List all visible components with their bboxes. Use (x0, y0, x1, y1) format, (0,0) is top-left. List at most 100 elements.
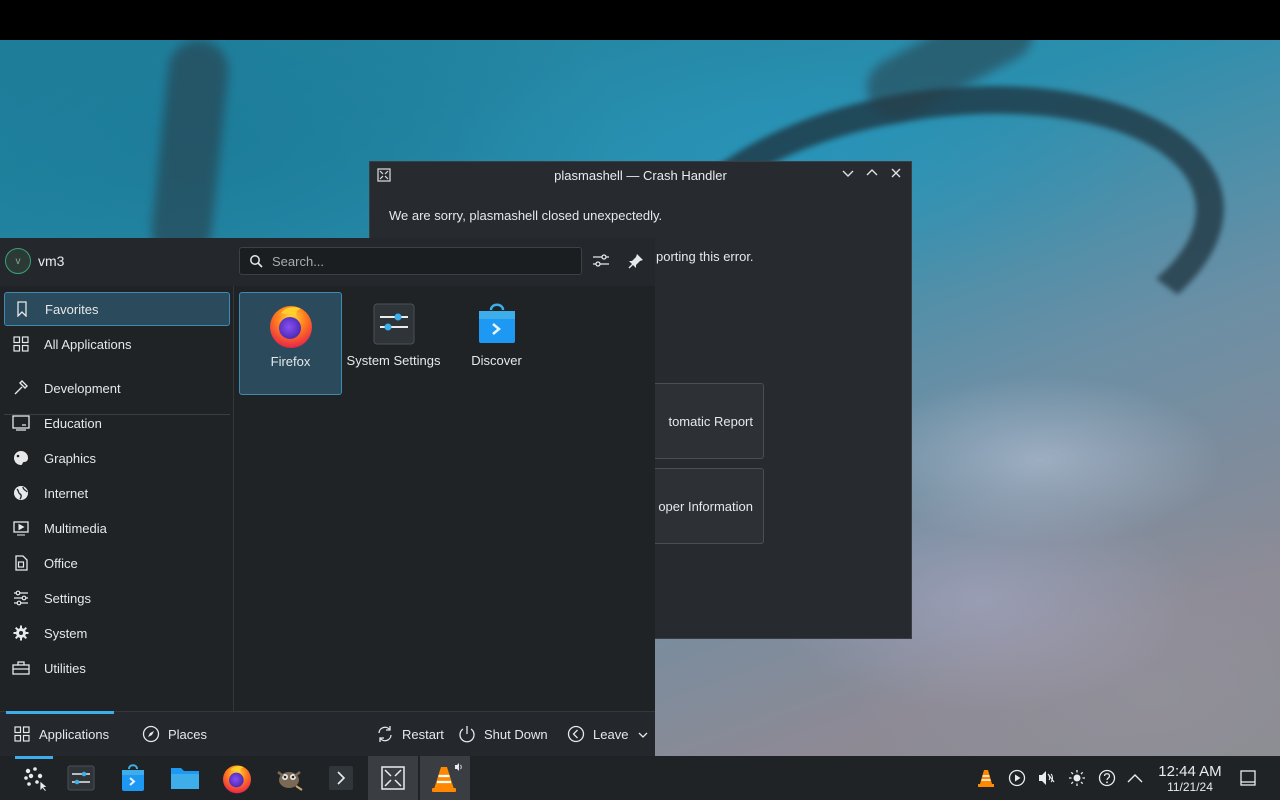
restart-button[interactable]: Restart (376, 712, 444, 756)
firefox-icon (269, 306, 312, 348)
chevron-up-icon[interactable] (863, 166, 881, 184)
tile-label: System Settings (346, 353, 441, 368)
power-icon (458, 725, 476, 743)
window-title: plasmashell — Crash Handler (554, 167, 727, 183)
favorite-firefox[interactable]: Firefox (239, 292, 342, 395)
crash-message: We are sorry, plasmashell closed unexpec… (389, 208, 663, 223)
window-titlebar[interactable]: plasmashell — Crash Handler (370, 162, 911, 188)
shutdown-button[interactable]: Shut Down (458, 712, 548, 756)
vlc-tray-icon[interactable] (973, 756, 999, 800)
tab-places[interactable]: Places (142, 712, 207, 756)
sidebar-item-settings[interactable]: Settings (4, 581, 230, 615)
top-black-bar (0, 0, 1280, 40)
board-icon (12, 414, 30, 432)
files-icon (171, 768, 199, 789)
close-icon[interactable] (887, 166, 905, 184)
help-icon[interactable] (1094, 756, 1120, 800)
discover-icon (122, 764, 144, 791)
sidebar-item-education[interactable]: Education (4, 406, 230, 440)
terminal-icon (329, 766, 353, 790)
search-input[interactable] (270, 252, 564, 270)
sidebar-item-development[interactable]: Development (4, 371, 230, 405)
taskbar-terminal[interactable] (316, 756, 366, 800)
bookmark-icon (13, 300, 31, 318)
sidebar-item-favorites[interactable]: Favorites (4, 292, 230, 326)
gear-icon (12, 624, 30, 642)
sidebar-item-label: System (44, 625, 88, 641)
leave-button[interactable]: Leave (567, 712, 648, 756)
search-icon (250, 255, 263, 268)
application-launcher-icon (24, 767, 48, 792)
launcher-header: v vm3 (0, 238, 655, 286)
shutdown-label: Shut Down (484, 726, 548, 742)
digital-clock[interactable]: 12:44 AM 11/21/24 (1150, 763, 1230, 794)
system-settings-icon (67, 765, 95, 791)
sidebar-item-label: Settings (44, 590, 91, 606)
leave-label: Leave (593, 726, 629, 742)
grid-icon (12, 335, 30, 353)
launcher-footer: Applications Places Restart Shut Down Le… (0, 711, 655, 756)
system-settings-icon (373, 303, 414, 345)
sidebar-item-label: Internet (44, 485, 89, 501)
compass-icon (142, 725, 160, 743)
taskbar-crash-handler[interactable] (368, 756, 418, 800)
application-launcher[interactable]: v vm3 Favorit (0, 238, 655, 756)
chevron-down-icon[interactable] (839, 166, 857, 184)
tab-label: Applications (39, 726, 110, 742)
sidebar-item-label: All Applications (44, 336, 132, 352)
taskbar-firefox[interactable] (212, 756, 262, 800)
sidebar-item-label: Office (44, 555, 78, 571)
sidebar-item-graphics[interactable]: Graphics (4, 441, 230, 475)
sidebar-item-office[interactable]: Office (4, 546, 230, 580)
chevron-down-icon (638, 727, 648, 742)
pin-icon[interactable] (625, 250, 647, 272)
tab-applications[interactable]: Applications (6, 711, 114, 756)
discover-icon (478, 303, 515, 343)
application-launcher-button[interactable] (9, 756, 59, 800)
expand-tray-icon[interactable] (1122, 756, 1148, 800)
volume-muted-icon[interactable] (1033, 756, 1059, 800)
taskbar-gimp[interactable] (264, 756, 314, 800)
gimp-icon (277, 771, 303, 791)
document-icon (12, 554, 30, 572)
brightness-icon[interactable] (1064, 756, 1090, 800)
show-desktop-icon[interactable] (1235, 756, 1261, 800)
taskbar-vlc[interactable] (420, 756, 470, 800)
tile-label: Discover (471, 353, 522, 368)
restart-icon (376, 725, 394, 743)
favorites-grid: Firefox System Settings Discover (234, 286, 655, 711)
palette-icon (12, 449, 30, 467)
sidebar-item-label: Utilities (44, 660, 86, 676)
taskbar-files[interactable] (160, 756, 210, 800)
sidebar-item-internet[interactable]: Internet (4, 476, 230, 510)
sidebar-item-utilities[interactable]: Utilities (4, 651, 230, 685)
taskbar-system-settings[interactable] (56, 756, 106, 800)
tab-label: Places (168, 726, 208, 742)
favorite-system-settings[interactable]: System Settings (342, 292, 445, 395)
clock-date: 11/21/24 (1167, 780, 1213, 794)
avatar[interactable]: v (5, 248, 31, 274)
sidebar-item-system[interactable]: System (4, 616, 230, 650)
firefox-icon (223, 765, 251, 794)
username: vm3 (38, 253, 65, 269)
restart-label: Restart (402, 726, 444, 742)
sidebar-item-label: Graphics (44, 450, 97, 466)
leave-icon (567, 725, 585, 743)
sliders-icon (12, 589, 30, 607)
globe-icon (12, 484, 30, 502)
sidebar-item-multimedia[interactable]: Multimedia (4, 511, 230, 545)
crash-handler-icon (381, 766, 405, 790)
toolbox-icon (12, 659, 30, 677)
wallpaper-stroke (148, 40, 232, 263)
media-play-icon[interactable] (1004, 756, 1030, 800)
sidebar-item-label: Education (44, 415, 102, 431)
taskbar-discover[interactable] (108, 756, 158, 800)
crash-handler-icon (377, 168, 391, 182)
search-field[interactable] (239, 247, 582, 275)
vlc-icon (432, 763, 462, 792)
taskbar: 12:44 AM 11/21/24 (0, 756, 1280, 800)
sliders-icon[interactable] (590, 250, 612, 272)
tile-label: Firefox (270, 354, 311, 369)
sidebar-item-all-applications[interactable]: All Applications (4, 327, 230, 361)
favorite-discover[interactable]: Discover (445, 292, 548, 395)
